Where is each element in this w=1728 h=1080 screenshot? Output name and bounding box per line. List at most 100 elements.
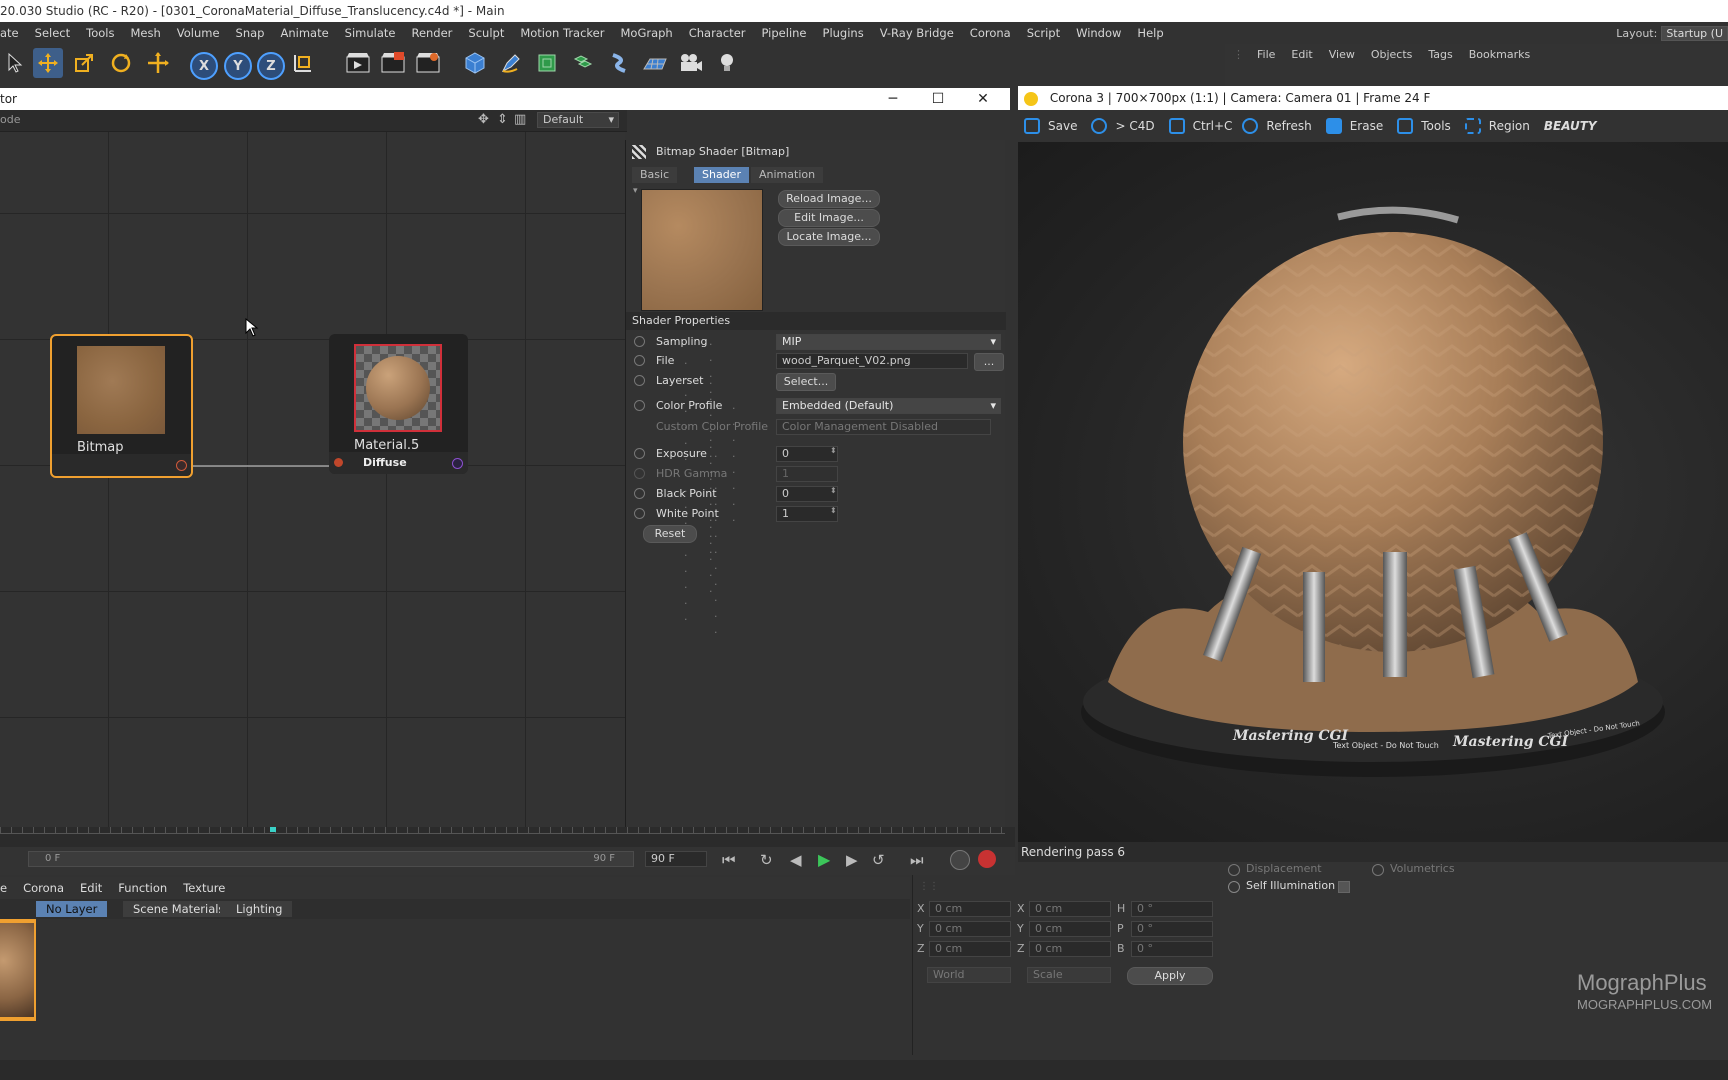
coordinate-system-icon[interactable] — [287, 48, 317, 78]
size-y-field[interactable]: 0 cm — [1029, 921, 1111, 937]
minimize-icon[interactable]: ─ — [870, 88, 916, 110]
pen-icon[interactable] — [496, 48, 526, 78]
menu-volume[interactable]: Volume — [169, 26, 228, 40]
menu-pipeline[interactable]: Pipeline — [754, 26, 815, 40]
animate-toggle-icon[interactable] — [1228, 864, 1240, 876]
pos-y-field[interactable]: 0 cm — [929, 921, 1011, 937]
rot-p-field[interactable]: 0 ° — [1131, 921, 1213, 937]
mat-menu-edit[interactable]: Edit — [72, 881, 110, 895]
tab-basic[interactable]: Basic — [632, 167, 678, 183]
subdivision-icon[interactable] — [532, 48, 562, 78]
scale-dropdown[interactable]: Scale — [1027, 967, 1111, 983]
obj-menu-tags[interactable]: Tags — [1420, 48, 1460, 61]
apply-button[interactable]: Apply — [1127, 967, 1213, 985]
vfb-refresh-button[interactable]: Refresh — [1242, 118, 1312, 134]
cloner-icon[interactable] — [568, 48, 598, 78]
material-output-port[interactable] — [452, 458, 463, 469]
vfb-copy-button[interactable]: Ctrl+C — [1168, 118, 1232, 134]
render-view-icon[interactable] — [343, 48, 373, 78]
collapse-arrow-icon[interactable]: ▾ — [633, 186, 638, 196]
render-settings-icon[interactable] — [413, 48, 443, 78]
transform-icon[interactable] — [143, 48, 173, 78]
record-icon[interactable] — [978, 850, 996, 868]
menu-simulate[interactable]: Simulate — [337, 26, 404, 40]
animate-toggle-icon[interactable] — [1228, 881, 1240, 893]
material-node[interactable]: Material.5 Diffuse — [329, 334, 468, 474]
pos-x-field[interactable]: 0 cm — [929, 901, 1011, 917]
menu-plugins[interactable]: Plugins — [815, 26, 872, 40]
floor-icon[interactable] — [640, 48, 670, 78]
cube-icon[interactable] — [460, 48, 490, 78]
maximize-icon[interactable]: ☐ — [915, 88, 961, 110]
file-path-field[interactable]: wood_Parquet_V02.png — [776, 353, 968, 369]
layerset-select-button[interactable]: Select... — [776, 373, 836, 391]
obj-menu-bookmarks[interactable]: Bookmarks — [1461, 48, 1538, 61]
go-to-start-icon[interactable]: ⏮ — [722, 851, 736, 869]
rot-h-field[interactable]: 0 ° — [1131, 901, 1213, 917]
menu-snap[interactable]: Snap — [228, 26, 273, 40]
obj-menu-objects[interactable]: Objects — [1363, 48, 1421, 61]
animate-toggle-icon[interactable] — [1372, 864, 1384, 876]
locate-image-button[interactable]: Locate Image... — [778, 228, 880, 246]
reset-button[interactable]: Reset — [643, 525, 697, 543]
menu-vray-bridge[interactable]: V-Ray Bridge — [872, 26, 962, 40]
mat-menu-function[interactable]: Function — [110, 881, 175, 895]
animate-toggle-icon[interactable] — [634, 448, 645, 459]
rot-b-field[interactable]: 0 ° — [1131, 941, 1213, 957]
end-frame-field[interactable]: 90 F — [645, 851, 707, 867]
move-icon[interactable] — [33, 48, 63, 78]
obj-menu-view[interactable]: View — [1321, 48, 1363, 61]
menu-motion-tracker[interactable]: Motion Tracker — [512, 26, 612, 40]
node-editor-canvas[interactable]: Bitmap Material.5 Diffuse — [0, 132, 625, 827]
diffuse-input-port[interactable] — [334, 458, 343, 467]
obj-menu-file[interactable]: File — [1249, 48, 1283, 61]
reload-image-button[interactable]: Reload Image... — [778, 190, 880, 208]
menu-tools[interactable]: Tools — [78, 26, 122, 40]
next-key-icon[interactable]: ↺ — [872, 851, 885, 869]
menu-character[interactable]: Character — [681, 26, 754, 40]
color-profile-dropdown[interactable]: Embedded (Default) ▾ — [776, 398, 1001, 414]
previous-frame-icon[interactable]: ◀ — [790, 851, 802, 869]
filter-scene-materials[interactable]: Scene Materials — [123, 901, 235, 917]
layout-value[interactable]: Startup (U — [1661, 25, 1728, 41]
close-icon[interactable]: ✕ — [960, 88, 1006, 110]
time-range-slider[interactable]: 0 F 90 F — [28, 851, 634, 867]
menu-select[interactable]: Select — [27, 26, 78, 40]
menu-render[interactable]: Render — [403, 26, 460, 40]
playhead-marker[interactable] — [270, 827, 276, 832]
previous-key-icon[interactable]: ↻ — [760, 851, 773, 869]
go-to-end-icon[interactable]: ⏭ — [910, 851, 924, 869]
render-view[interactable]: Mastering CGI Text Object - Do Not Touch… — [1018, 142, 1728, 842]
vfb-region-button[interactable]: Region — [1464, 118, 1530, 134]
menu-script[interactable]: Script — [1019, 26, 1068, 40]
black-point-field[interactable]: 0 — [776, 486, 838, 502]
menu-window[interactable]: Window — [1068, 26, 1129, 40]
stepper-icon[interactable]: ⬍ — [830, 506, 837, 515]
size-x-field[interactable]: 0 cm — [1029, 901, 1111, 917]
next-frame-icon[interactable]: ▶ — [846, 851, 858, 869]
vfb-erase-button[interactable]: Erase — [1325, 118, 1383, 134]
menu-animate[interactable]: Animate — [272, 26, 336, 40]
frame-icon[interactable]: ▥ — [514, 112, 526, 127]
select-arrow-icon[interactable] — [0, 48, 30, 78]
vfb-pass-selector[interactable]: BEAUTY — [1544, 119, 1597, 133]
menu-help[interactable]: Help — [1129, 26, 1171, 40]
menu-mesh[interactable]: Mesh — [122, 26, 168, 40]
grip-icon[interactable]: ⋮ — [1225, 48, 1249, 61]
rotate-icon[interactable] — [106, 48, 136, 78]
deformer-icon[interactable] — [604, 48, 634, 78]
autokey-icon[interactable] — [950, 850, 970, 870]
exposure-field[interactable]: 0 — [776, 446, 838, 462]
mat-menu-texture[interactable]: Texture — [175, 881, 233, 895]
animate-toggle-icon[interactable] — [634, 400, 645, 411]
camera-icon[interactable] — [676, 48, 706, 78]
mat-menu-corona[interactable]: Corona — [15, 881, 72, 895]
obj-menu-edit[interactable]: Edit — [1283, 48, 1320, 61]
z-axis-lock-icon[interactable]: Z — [257, 52, 285, 80]
edit-image-button[interactable]: Edit Image... — [778, 209, 880, 227]
node-preset-dropdown[interactable]: Default ▾ — [537, 112, 619, 128]
sampling-dropdown[interactable]: MIP ▾ — [776, 334, 1001, 350]
menu-mograph[interactable]: MoGraph — [612, 26, 680, 40]
world-dropdown[interactable]: World — [927, 967, 1011, 983]
pos-z-field[interactable]: 0 cm — [929, 941, 1011, 957]
